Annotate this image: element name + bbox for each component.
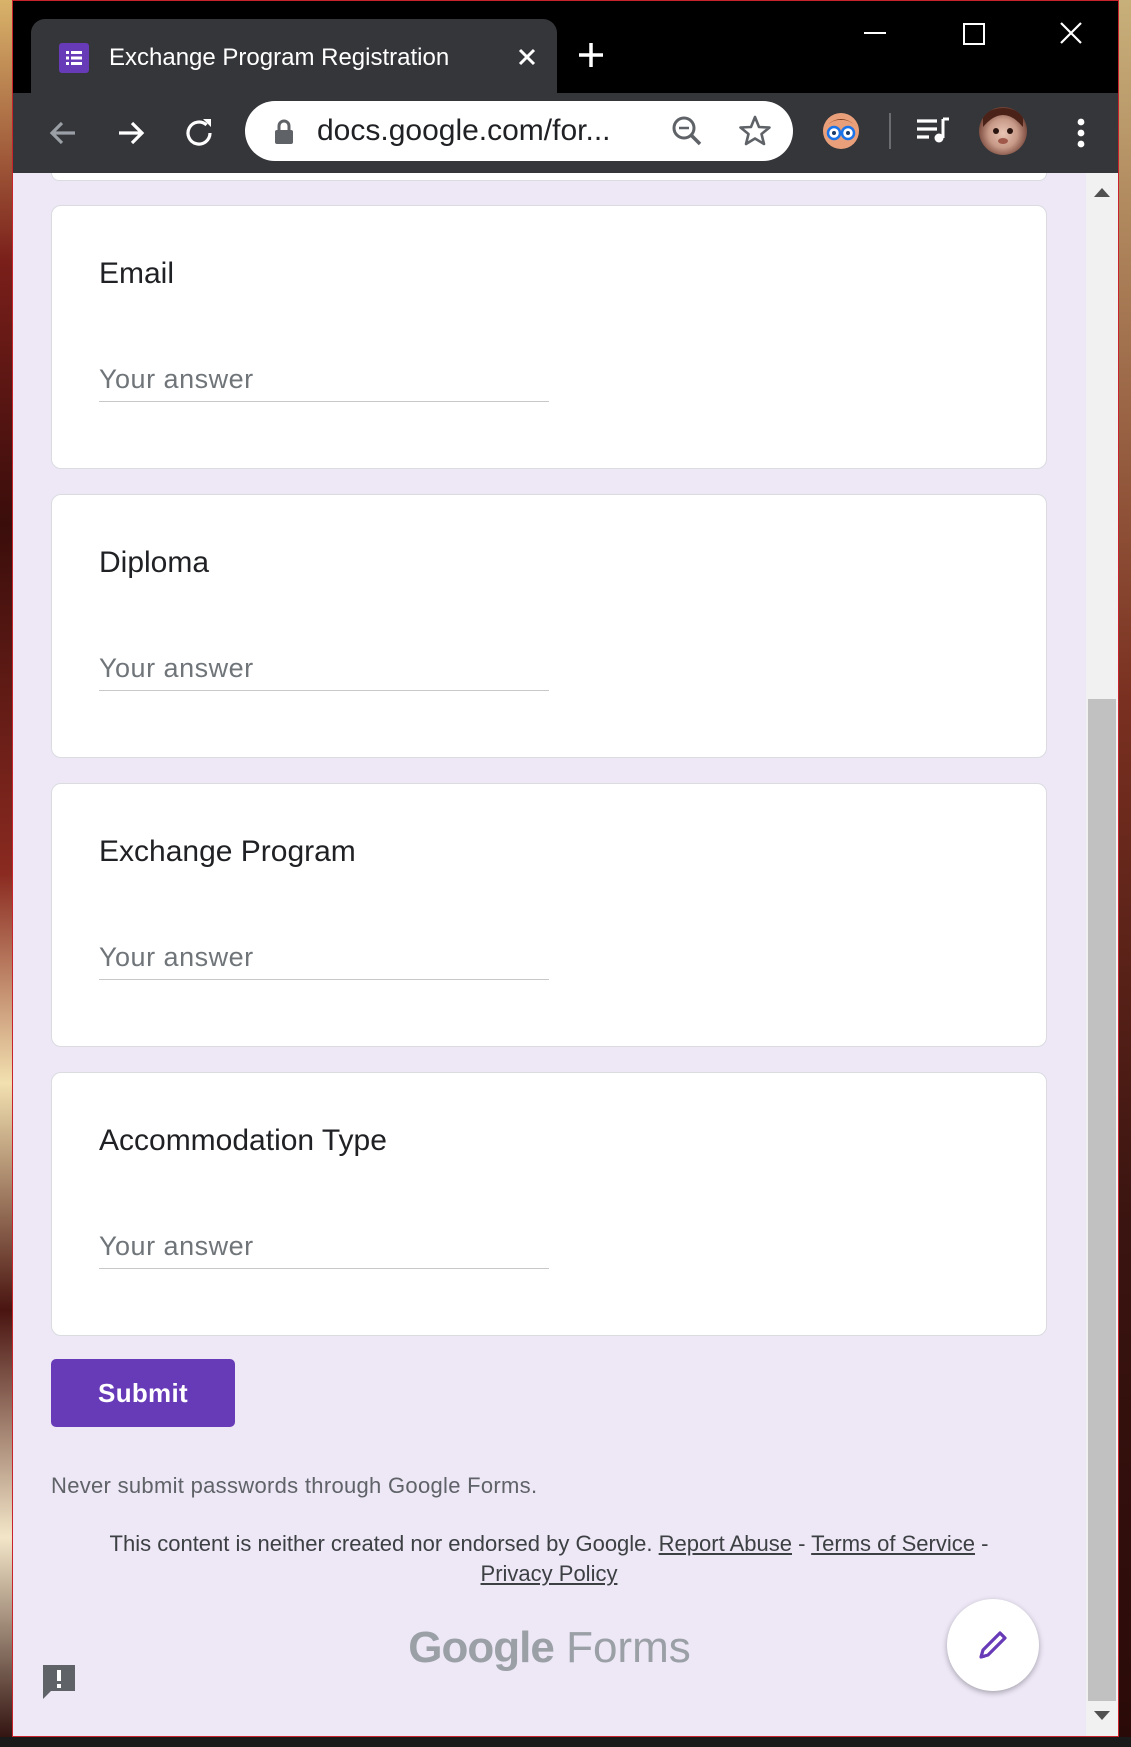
report-abuse-link[interactable]: Report Abuse	[659, 1531, 792, 1556]
email-answer-input[interactable]	[99, 358, 549, 402]
plus-icon[interactable]	[575, 39, 607, 71]
question-title: Exchange Program	[99, 835, 356, 868]
privacy-policy-link[interactable]: Privacy Policy	[481, 1561, 618, 1586]
accommodation-type-answer-input[interactable]	[99, 1225, 549, 1269]
question-title: Diploma	[99, 546, 210, 579]
question-card-accommodation-type: Accommodation Type	[51, 1072, 1047, 1336]
desktop-background-right	[1119, 0, 1131, 1747]
footer-separator: -	[798, 1531, 806, 1556]
diploma-answer-input[interactable]	[99, 647, 549, 691]
close-window-icon[interactable]	[1047, 15, 1095, 55]
question-card-diploma: Diploma	[51, 494, 1047, 758]
tab-strip: Exchange Program Registration	[13, 1, 1118, 93]
scrollbar-thumb[interactable]	[1088, 699, 1116, 1701]
submit-button[interactable]: Submit	[51, 1359, 235, 1427]
previous-question-card	[51, 173, 1047, 181]
logo-forms-text: Forms	[566, 1623, 691, 1672]
logo-google-text: Google	[408, 1623, 555, 1672]
close-icon[interactable]	[511, 41, 543, 73]
question-card-exchange-program: Exchange Program	[51, 783, 1047, 1047]
form-page: Email Diploma Exchange Program Accommoda…	[13, 173, 1118, 1736]
maximize-icon[interactable]	[949, 15, 997, 55]
scroll-down-arrow-icon[interactable]	[1092, 1709, 1112, 1728]
forward-icon[interactable]	[111, 113, 151, 153]
question-title: Accommodation Type	[99, 1124, 387, 1157]
password-warning: Never submit passwords through Google Fo…	[51, 1473, 538, 1498]
zoom-icon[interactable]	[669, 113, 705, 154]
browser-window: Exchange Program Registration docs.googl…	[12, 0, 1119, 1737]
footer-disclaimer: This content is neither created nor endo…	[51, 1529, 1047, 1589]
browser-tab[interactable]: Exchange Program Registration	[31, 19, 557, 93]
forms-icon	[59, 43, 89, 73]
disclaimer-text: This content is neither created nor endo…	[109, 1531, 653, 1556]
exchange-program-answer-input[interactable]	[99, 936, 549, 980]
menu-icon[interactable]	[1071, 113, 1091, 158]
feedback-icon[interactable]	[39, 1661, 79, 1708]
taskbar	[0, 1737, 1131, 1747]
question-title: Email	[99, 257, 175, 290]
toolbar-separator	[889, 113, 891, 149]
terms-of-service-link[interactable]: Terms of Service	[811, 1531, 975, 1556]
url-text: docs.google.com/for...	[317, 114, 611, 147]
address-bar[interactable]: docs.google.com/for...	[245, 101, 793, 161]
minimize-icon[interactable]	[851, 15, 899, 55]
extension-icon[interactable]	[819, 109, 863, 153]
edit-button[interactable]	[947, 1599, 1039, 1691]
scroll-up-arrow-icon[interactable]	[1092, 185, 1112, 204]
playlist-icon[interactable]	[913, 111, 953, 156]
tab-title: Exchange Program Registration	[109, 44, 450, 71]
question-card-email: Email	[51, 205, 1047, 469]
star-icon[interactable]	[737, 113, 773, 154]
avatar[interactable]	[979, 107, 1027, 155]
lock-icon[interactable]	[273, 119, 295, 150]
google-forms-logo[interactable]: Google Forms	[13, 1623, 1086, 1673]
browser-toolbar: docs.google.com/for...	[13, 93, 1118, 173]
reload-icon[interactable]	[179, 113, 219, 153]
footer-separator: -	[981, 1531, 989, 1556]
back-icon[interactable]	[43, 113, 83, 153]
scrollbar[interactable]	[1086, 173, 1118, 1736]
